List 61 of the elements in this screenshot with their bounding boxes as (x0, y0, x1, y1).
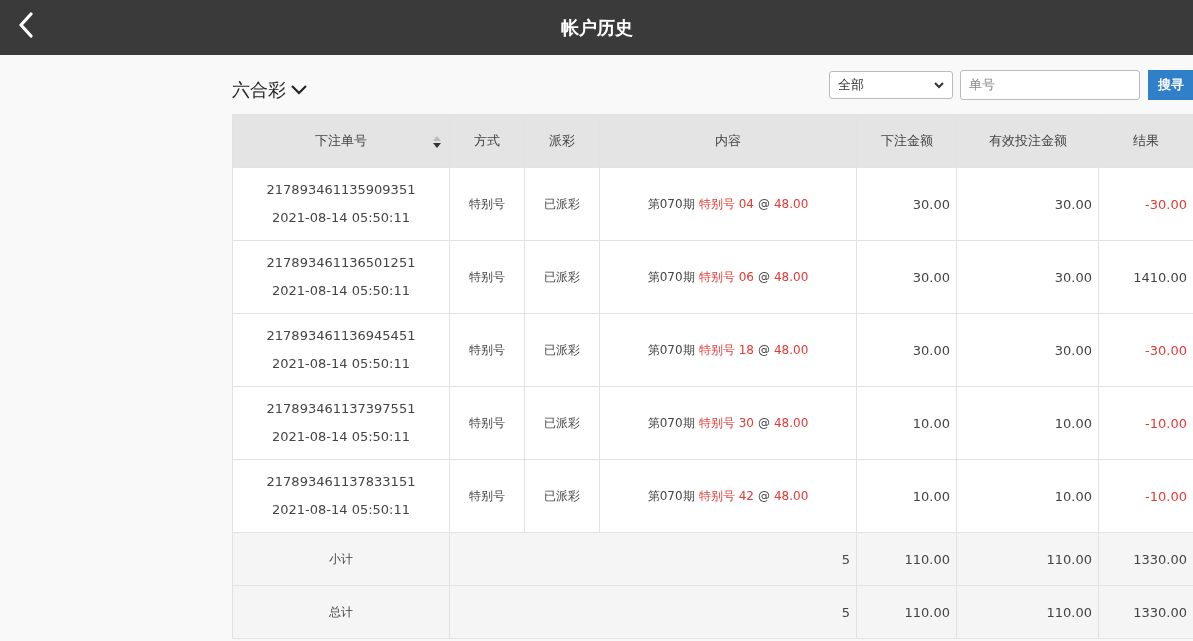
table-cell: 已派彩 (524, 240, 600, 314)
table-cell: 已派彩 (524, 459, 600, 533)
table-cell: 110.00 (956, 532, 1099, 586)
table-cell: 特别号 (449, 459, 525, 533)
chevron-down-icon (290, 83, 308, 96)
table-cell: 1330.00 (1098, 585, 1193, 639)
table-cell: 110.00 (856, 585, 957, 639)
summary-label: 小计 (232, 532, 450, 586)
table-cell: 10.00 (856, 386, 957, 460)
column-header: 方式 (449, 114, 525, 168)
table-cell: 30.00 (956, 240, 1099, 314)
caret-icon (934, 80, 944, 89)
table-cell: 特别号 (449, 240, 525, 314)
bet-content: 第070期 特别号 42 @ 48.00 (599, 459, 857, 533)
table-cell: 已派彩 (524, 313, 600, 387)
game-dropdown[interactable]: 六合彩 (232, 77, 308, 102)
column-header: 内容 (599, 114, 857, 168)
table-cell: 10.00 (956, 459, 1099, 533)
bet-time: 2021-08-14 05:50:11 (270, 209, 412, 227)
column-header: 下注金额 (856, 114, 957, 168)
search-button[interactable]: 搜寻 (1148, 69, 1193, 100)
summary-label: 总计 (232, 585, 450, 639)
bet-time: 2021-08-14 05:50:11 (270, 355, 412, 373)
chevron-left-icon (18, 12, 34, 38)
table-cell: 10.00 (956, 386, 1099, 460)
table-cell: 5 (449, 532, 857, 586)
table-cell: 30.00 (856, 167, 957, 241)
table-cell: 110.00 (956, 585, 1099, 639)
order-number: 217893461137833151 (265, 473, 417, 491)
bet-time: 2021-08-14 05:50:11 (270, 501, 412, 519)
sort-icon[interactable] (433, 135, 441, 149)
order-number: 217893461136945451 (265, 327, 417, 345)
bet-content: 第070期 特别号 18 @ 48.00 (599, 313, 857, 387)
table-cell: 特别号 (449, 167, 525, 241)
column-header[interactable]: 下注单号 (315, 133, 367, 148)
table-cell: 30.00 (856, 313, 957, 387)
column-header: 结果 (1098, 114, 1193, 168)
table-cell: 特别号 (449, 313, 525, 387)
column-header: 派彩 (524, 114, 600, 168)
bet-content: 第070期 特别号 06 @ 48.00 (599, 240, 857, 314)
table-cell: 1330.00 (1098, 532, 1193, 586)
order-number: 217893461137397551 (265, 400, 417, 418)
order-number: 217893461136501251 (265, 254, 417, 272)
bet-content: 第070期 特别号 30 @ 48.00 (599, 386, 857, 460)
order-number: 217893461135909351 (265, 181, 417, 199)
table-cell: 已派彩 (524, 386, 600, 460)
order-number-field[interactable]: 单号 (960, 69, 1140, 100)
table-cell: 110.00 (856, 532, 957, 586)
table-cell: 30.00 (856, 240, 957, 314)
table-cell: 30.00 (956, 313, 1099, 387)
table-cell: 5 (449, 585, 857, 639)
table-cell: 10.00 (856, 459, 957, 533)
table-cell: 已派彩 (524, 167, 600, 241)
column-header: 有效投注金额 (956, 114, 1099, 168)
bet-content: 第070期 特别号 04 @ 48.00 (599, 167, 857, 241)
page-title: 帐户历史 (560, 15, 633, 40)
filter-select[interactable]: 全部 (829, 70, 953, 99)
table-cell: 30.00 (956, 167, 1099, 241)
bet-time: 2021-08-14 05:50:11 (270, 282, 412, 300)
bet-time: 2021-08-14 05:50:11 (270, 428, 412, 446)
table-cell: 特别号 (449, 386, 525, 460)
